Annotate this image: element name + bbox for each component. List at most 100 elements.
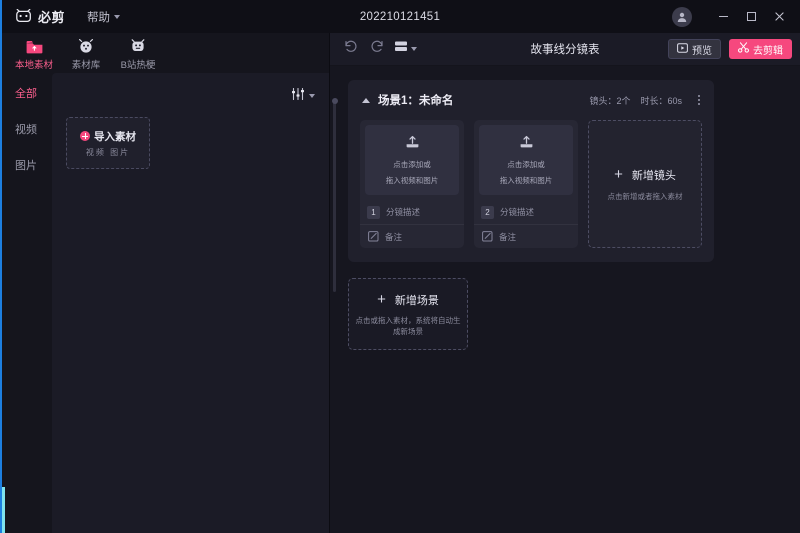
toolbar-actions: 预览 去剪辑 (668, 39, 792, 59)
tab-local-media-label: 本地素材 (15, 57, 53, 71)
shot-card[interactable]: 点击添加或 拖入视频和图片 1 分镜描述 (360, 120, 464, 248)
scrollbar-thumb[interactable] (332, 98, 338, 104)
import-media-row: 导入素材 (80, 129, 136, 144)
media-panel: 本地素材 素材库 (0, 33, 330, 533)
plus-icon: + (377, 292, 386, 307)
shot-note-label: 备注 (385, 231, 402, 243)
storyboard-scrollbar[interactable] (333, 102, 336, 292)
material-library-icon (78, 38, 95, 55)
bilibili-panda-icon (16, 9, 33, 24)
shot-number: 1 (367, 206, 380, 219)
media-content-area: 导入素材 视频 图片 (52, 73, 329, 533)
add-scene-label: 新增场景 (395, 292, 439, 308)
shot-note-row[interactable]: 备注 (360, 224, 464, 248)
shot-drop-line1: 点击添加或 (393, 159, 431, 170)
note-pencil-icon (481, 231, 493, 243)
bilibili-meme-icon (130, 38, 147, 55)
layout-view-selector[interactable] (394, 40, 417, 58)
go-edit-button[interactable]: 去剪辑 (729, 39, 792, 59)
filter-sort-control[interactable] (291, 87, 315, 105)
category-video[interactable]: 视频 (15, 121, 37, 137)
shot-description-label: 分镜描述 (386, 206, 420, 218)
add-shot-label: 新增镜头 (632, 167, 676, 183)
filter-sliders-icon (291, 87, 305, 105)
chevron-down-icon (411, 47, 417, 51)
scissors-icon (738, 42, 749, 56)
redo-arrow-icon (370, 40, 384, 58)
redo-button[interactable] (364, 36, 390, 62)
window-edge-accent (0, 0, 2, 533)
undo-arrow-icon (344, 40, 358, 58)
kebab-menu-icon[interactable] (696, 92, 702, 108)
caret-up-icon[interactable] (362, 98, 370, 103)
app-window: 必剪 帮助 202210121451 (0, 0, 800, 533)
shot-description-row[interactable]: 1 分镜描述 (360, 200, 464, 224)
user-avatar-icon[interactable] (672, 7, 692, 27)
app-logo: 必剪 (16, 7, 65, 26)
preview-button-label: 预览 (692, 42, 712, 57)
minimize-icon (719, 16, 728, 17)
shot-description-row[interactable]: 2 分镜描述 (474, 200, 578, 224)
shot-drop-line2: 拖入视频和图片 (386, 175, 439, 186)
help-menu[interactable]: 帮助 (87, 9, 120, 25)
close-icon (774, 12, 784, 22)
plus-circle-icon (80, 131, 90, 141)
tab-material-library[interactable]: 素材库 (60, 36, 112, 71)
minimize-button[interactable] (710, 5, 736, 29)
tab-material-library-label: 素材库 (72, 57, 101, 71)
scene-card: 场景1：未命名 镜头：2个 时长：60s (348, 80, 714, 262)
import-media-sublabel: 视频 图片 (86, 147, 130, 158)
import-media-card[interactable]: 导入素材 视频 图片 (66, 117, 150, 169)
maximize-button[interactable] (738, 5, 764, 29)
close-button[interactable] (766, 5, 792, 29)
shot-description-label: 分镜描述 (500, 206, 534, 218)
tab-bilibili-memes-label: B站热梗 (121, 57, 156, 71)
shot-note-row[interactable]: 备注 (474, 224, 578, 248)
storyboard-panel: 故事线分镜表 预览 (330, 33, 800, 533)
shot-list: 点击添加或 拖入视频和图片 1 分镜描述 (360, 120, 702, 248)
upload-tray-icon (519, 135, 534, 154)
shot-card[interactable]: 点击添加或 拖入视频和图片 2 分镜描述 (474, 120, 578, 248)
layout-view-icon (394, 40, 408, 58)
add-scene-sublabel: 点击或拖入素材，系统将自动生成新场景 (349, 315, 467, 337)
add-shot-sublabel: 点击新增或者拖入素材 (602, 191, 689, 202)
plus-icon: + (614, 167, 623, 182)
add-shot-row: + 新增镜头 (614, 167, 676, 183)
undo-button[interactable] (338, 36, 364, 62)
scene-shot-count: 镜头：2个 (589, 94, 630, 107)
scene-meta: 镜头：2个 时长：60s (589, 92, 702, 108)
category-image[interactable]: 图片 (15, 157, 37, 173)
tab-bilibili-memes[interactable]: B站热梗 (112, 36, 164, 71)
media-toolbar (52, 81, 329, 111)
add-shot-card[interactable]: + 新增镜头 点击新增或者拖入素材 (588, 120, 702, 248)
shot-drop-line2: 拖入视频和图片 (500, 175, 553, 186)
add-scene-card[interactable]: + 新增场景 点击或拖入素材，系统将自动生成新场景 (348, 278, 468, 350)
media-grid: 导入素材 视频 图片 (52, 111, 329, 175)
scene-title: 场景1：未命名 (378, 92, 453, 108)
category-all[interactable]: 全部 (15, 85, 37, 101)
window-controls (672, 5, 800, 29)
app-logo-text: 必剪 (38, 7, 65, 26)
preview-monitor-icon (677, 43, 688, 56)
shot-drop-zone[interactable]: 点击添加或 拖入视频和图片 (365, 125, 459, 195)
media-tabs: 本地素材 素材库 (0, 33, 329, 73)
scene-header: 场景1：未命名 镜头：2个 时长：60s (360, 90, 702, 110)
media-split: 全部 视频 图片 (0, 73, 329, 533)
go-edit-button-label: 去剪辑 (753, 42, 783, 57)
media-category-list: 全部 视频 图片 (0, 73, 52, 533)
window-edge-accent-secondary (2, 487, 5, 533)
folder-upload-icon (26, 38, 43, 55)
storyboard-toolbar: 故事线分镜表 预览 (330, 33, 800, 66)
add-scene-row: + 新增场景 (377, 292, 439, 308)
shot-note-label: 备注 (499, 231, 516, 243)
maximize-icon (747, 12, 756, 21)
help-menu-label: 帮助 (87, 9, 110, 25)
shot-number: 2 (481, 206, 494, 219)
preview-button[interactable]: 预览 (668, 39, 721, 59)
title-bar: 必剪 帮助 202210121451 (0, 0, 800, 33)
tab-local-media[interactable]: 本地素材 (8, 36, 60, 71)
scene-duration: 时长：60s (640, 94, 682, 107)
upload-tray-icon (405, 135, 420, 154)
main-body: 本地素材 素材库 (0, 33, 800, 533)
shot-drop-zone[interactable]: 点击添加或 拖入视频和图片 (479, 125, 573, 195)
